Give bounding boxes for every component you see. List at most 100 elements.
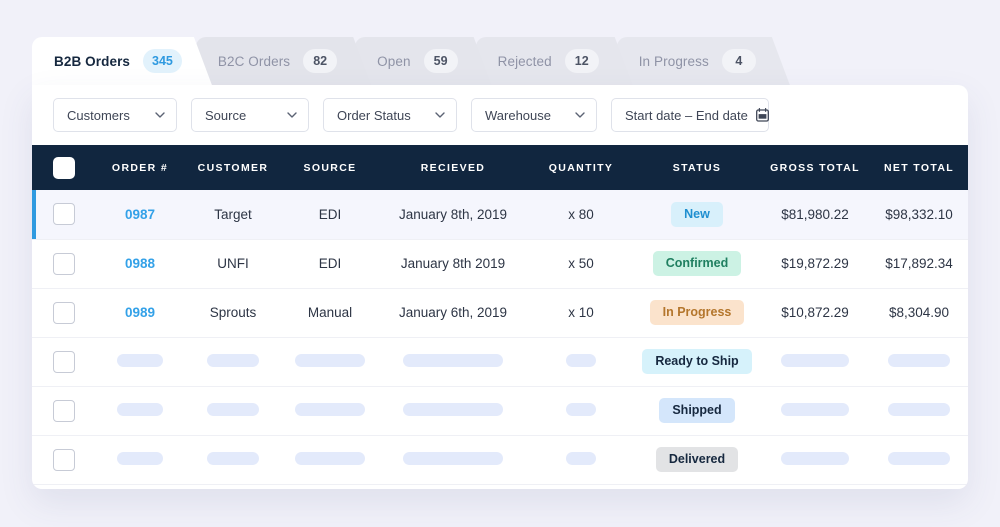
- column-header-recieved[interactable]: RECIEVED: [378, 145, 528, 190]
- row-select-cell[interactable]: [32, 386, 96, 435]
- row-select-cell[interactable]: [32, 337, 96, 386]
- row-checkbox[interactable]: [53, 301, 75, 324]
- loading-skeleton-bar: [403, 402, 503, 416]
- orders-card: Customers Source Order Status Warehouse Star…: [32, 85, 968, 489]
- loading-skeleton-bar: [117, 402, 163, 416]
- cell-recieved: January 8th, 2019: [378, 190, 528, 239]
- cell-customer-text: UNFI: [217, 256, 249, 271]
- status-badge: Shipped: [659, 398, 735, 423]
- filter-bar: Customers Source Order Status Warehouse Star…: [32, 85, 968, 145]
- tab-count-badge: 82: [303, 49, 337, 73]
- cell-source-text: EDI: [318, 206, 342, 222]
- table-row[interactable]: 0988 UNFI EDI January 8th 2019 x 50 Confirmed…: [32, 239, 968, 288]
- status-badge: In Progress: [649, 300, 745, 325]
- loading-skeleton-bar: [403, 451, 503, 465]
- column-header-source[interactable]: SOURCE: [282, 145, 378, 190]
- table-row[interactable]: Shipped: [32, 386, 968, 435]
- filter-order-status[interactable]: Order Status: [323, 98, 457, 132]
- loading-skeleton-bar: [207, 402, 259, 416]
- tab-b2c-orders[interactable]: B2C Orders 82: [196, 37, 371, 85]
- filter-value: Source: [205, 107, 247, 123]
- cell-customer-placeholder: [184, 386, 282, 435]
- tab-open[interactable]: Open 59: [355, 37, 491, 85]
- cell-net-total: $98,332.10: [870, 190, 968, 239]
- filter-source[interactable]: Source: [191, 98, 309, 132]
- cell-net-total-placeholder: [870, 386, 968, 435]
- loading-skeleton-bar: [888, 402, 950, 416]
- calendar-icon[interactable]: [755, 108, 769, 122]
- column-header-order[interactable]: ORDER #: [96, 145, 184, 190]
- loading-skeleton-bar: [566, 402, 596, 416]
- cell-net-total: $17,892.34: [870, 239, 968, 288]
- cell-customer: Target: [184, 190, 282, 239]
- cell-net-total-placeholder: [870, 337, 968, 386]
- loading-skeleton-bar: [207, 353, 259, 367]
- cell-net-total: $8,304.90: [870, 288, 968, 337]
- column-header-gross-total[interactable]: GROSS TOTAL: [760, 145, 870, 190]
- column-header-status[interactable]: STATUS: [634, 145, 760, 190]
- loading-skeleton-bar: [566, 451, 596, 465]
- cell-recieved: January 6th, 2019: [378, 288, 528, 337]
- loading-skeleton-bar: [781, 451, 849, 465]
- loading-skeleton-bar: [295, 451, 365, 465]
- order-number-link[interactable]: 0987: [125, 207, 155, 222]
- cell-gross-total-text: $10,872.29: [781, 305, 849, 320]
- cell-recieved: January 8th 2019: [378, 239, 528, 288]
- loading-skeleton-bar: [888, 353, 950, 367]
- cell-customer: Sprouts: [184, 288, 282, 337]
- column-header-customer[interactable]: CUSTOMER: [184, 145, 282, 190]
- order-type-tabs: B2B Orders 345 B2C Orders 82 Open 59 Rejected 1…: [32, 37, 774, 85]
- cell-quantity-text: x 50: [568, 256, 594, 271]
- filter-value: Warehouse: [485, 107, 551, 123]
- cell-customer-text: Sprouts: [209, 305, 257, 320]
- tab-b2b-orders[interactable]: B2B Orders 345: [32, 37, 212, 85]
- cell-recieved-text: January 6th, 2019: [398, 305, 508, 320]
- table-row[interactable]: Ready to Ship: [32, 337, 968, 386]
- chevron-down-icon: [155, 110, 165, 120]
- row-checkbox[interactable]: [53, 399, 75, 422]
- row-checkbox[interactable]: [53, 252, 75, 275]
- filter-customers[interactable]: Customers: [53, 98, 177, 132]
- cell-status: Delivered: [634, 435, 760, 484]
- order-number-link[interactable]: 0988: [125, 256, 155, 271]
- row-select-cell[interactable]: [32, 190, 96, 239]
- filter-warehouse[interactable]: Warehouse: [471, 98, 597, 132]
- select-all-checkbox[interactable]: [53, 156, 75, 179]
- row-checkbox[interactable]: [53, 350, 75, 373]
- cell-quantity-text: x 80: [568, 206, 594, 222]
- row-checkbox[interactable]: [53, 448, 75, 471]
- cell-quantity: x 80: [528, 190, 634, 239]
- cell-net-total-text: $98,332.10: [885, 206, 953, 222]
- filter-value: Order Status: [337, 107, 411, 123]
- tab-in-progress[interactable]: In Progress 4: [617, 37, 790, 85]
- cell-quantity-text: x 10: [568, 305, 594, 320]
- cell-quantity: x 10: [528, 288, 634, 337]
- loading-skeleton-bar: [781, 353, 849, 367]
- chevron-down-icon: [287, 110, 297, 120]
- cell-net-total-text: $8,304.90: [888, 305, 950, 320]
- row-checkbox[interactable]: [53, 203, 75, 226]
- column-header-net-total[interactable]: NET TOTAL: [870, 145, 968, 190]
- order-number-link[interactable]: 0989: [125, 305, 155, 320]
- table-row[interactable]: 0989 Sprouts Manual January 6th, 2019 x 10 In…: [32, 288, 968, 337]
- cell-customer: UNFI: [184, 239, 282, 288]
- column-header-quantity[interactable]: QUANTITY: [528, 145, 634, 190]
- cell-recieved-placeholder: [378, 435, 528, 484]
- cell-gross-total: $19,872.29: [760, 239, 870, 288]
- cell-gross-total: $81,980.22: [760, 190, 870, 239]
- cell-customer-placeholder: [184, 337, 282, 386]
- row-select-cell[interactable]: [32, 288, 96, 337]
- table-row[interactable]: Delivered: [32, 435, 968, 484]
- row-select-cell[interactable]: [32, 239, 96, 288]
- status-badge: Ready to Ship: [642, 349, 752, 374]
- filter-value: Customers: [67, 107, 130, 123]
- select-all-header[interactable]: [32, 145, 96, 190]
- table-row[interactable]: 0987 Target EDI January 8th, 2019 x 80 New $81…: [32, 190, 968, 239]
- filter-date-range[interactable]: Start date – End date: [611, 98, 769, 132]
- cell-net-total-placeholder: [870, 435, 968, 484]
- cell-source-placeholder: [282, 337, 378, 386]
- row-select-cell[interactable]: [32, 435, 96, 484]
- cell-status: In Progress: [634, 288, 760, 337]
- tab-rejected[interactable]: Rejected 12: [476, 37, 633, 85]
- orders-table: ORDER # CUSTOMER SOURCE RECIEVED QUANTIT…: [32, 145, 968, 485]
